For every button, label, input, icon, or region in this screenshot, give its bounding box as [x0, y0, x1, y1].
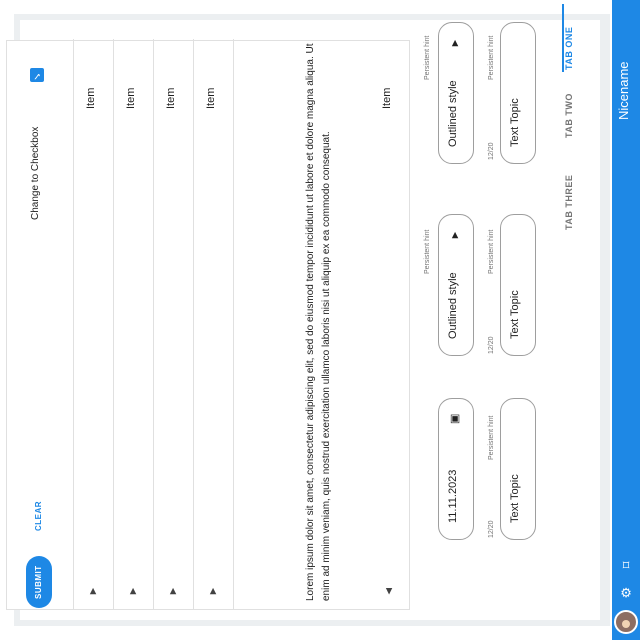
date-field[interactable]: 11.11.2023 ▣ [438, 398, 474, 540]
chevron-down-icon: ▼ [207, 585, 219, 597]
accordion-item-4[interactable]: Item ▼ [113, 39, 153, 609]
text-field-2-hint: Persistent hint [488, 229, 495, 274]
date-field-value: 11.11.2023 [447, 469, 459, 523]
submit-button[interactable]: SUBMIT [26, 556, 52, 608]
accordion-item-5[interactable]: Item ▼ [73, 39, 113, 609]
dropdown-arrow-icon: ▼ [449, 229, 461, 241]
screen: ⚙ ⌑ Nicename TAB ONE TAB TWO TAB THREE T… [0, 0, 640, 640]
text-field-1-hint: Persistent hint [488, 35, 495, 80]
chevron-down-icon: ▼ [167, 585, 179, 597]
text-field-1-value: Text Topic [509, 98, 521, 147]
tab-three[interactable]: TAB THREE [564, 174, 580, 230]
accordion-item-2-title: Item [205, 87, 217, 109]
select-1-hint: Persistent hint [424, 35, 431, 80]
bookmark-icon[interactable]: ⌑ [618, 556, 634, 572]
tab-one[interactable]: TAB ONE [564, 20, 580, 76]
settings-icon[interactable]: ⚙ [618, 584, 634, 600]
checkbox[interactable]: ✓ [30, 68, 44, 82]
text-field-3-hint: Persistent hint [488, 415, 495, 460]
avatar[interactable] [614, 610, 638, 634]
select-1[interactable]: Outlined style ▼ [438, 22, 474, 164]
app-title: Nicename [616, 61, 631, 120]
accordion-item-1-body: Lorem ipsum dolor sit amet, consectetur … [305, 43, 332, 601]
dropdown-arrow-icon: ▼ [449, 37, 461, 49]
accordion: Item ▲ Lorem ipsum dolor sit amet, conse… [6, 39, 410, 610]
chevron-down-icon: ▼ [87, 585, 99, 597]
select-1-value: Outlined style [447, 80, 459, 147]
tab-two[interactable]: TAB TWO [564, 88, 580, 144]
calendar-icon[interactable]: ▣ [447, 411, 463, 427]
accordion-item-1-title: Item [381, 87, 393, 109]
accordion-item-2[interactable]: Item ▼ [193, 39, 233, 609]
checkbox-label: Change to Checkbox [30, 126, 41, 220]
select-2[interactable]: Outlined style ▼ [438, 214, 474, 356]
select-2-value: Outlined style [447, 272, 459, 339]
accordion-item-4-title: Item [125, 87, 137, 109]
text-field-1[interactable]: Text Topic [500, 22, 536, 164]
accordion-item-5-title: Item [85, 87, 97, 109]
text-field-2-counter: 12/20 [488, 336, 495, 354]
text-field-3-value: Text Topic [509, 474, 521, 523]
text-field-3[interactable]: Text Topic [500, 398, 536, 540]
tab-indicator [562, 4, 564, 72]
accordion-item-3[interactable]: Item ▼ [153, 39, 193, 609]
text-field-2[interactable]: Text Topic [500, 214, 536, 356]
select-2-hint: Persistent hint [424, 229, 431, 274]
accordion-item-3-title: Item [165, 87, 177, 109]
text-field-1-counter: 12/20 [488, 142, 495, 160]
text-field-2-value: Text Topic [509, 290, 521, 339]
chevron-up-icon: ▲ [383, 585, 395, 597]
clear-button[interactable]: CLEAR [26, 490, 52, 542]
accordion-item-1[interactable]: Item ▲ Lorem ipsum dolor sit amet, conse… [233, 39, 409, 609]
app-bar: ⚙ ⌑ Nicename [612, 0, 640, 640]
chevron-down-icon: ▼ [127, 585, 139, 597]
text-field-3-counter: 12/20 [488, 520, 495, 538]
